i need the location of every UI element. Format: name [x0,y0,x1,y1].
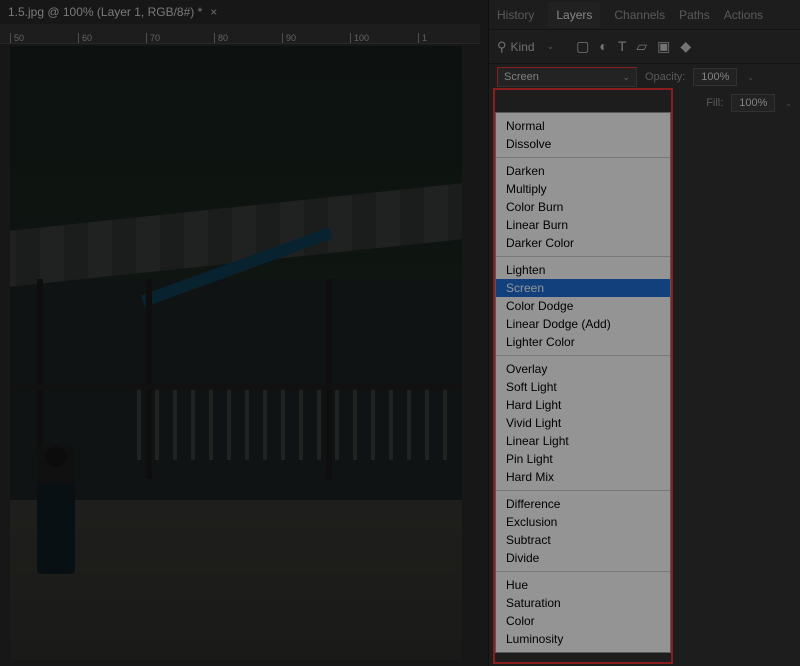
opacity-value[interactable]: 100% [693,68,737,86]
blend-option-color[interactable]: Color [496,612,670,630]
blend-option-exclusion[interactable]: Exclusion [496,513,670,531]
shape-layer-filter-icon[interactable]: ▱ [636,38,647,55]
blend-option-saturation[interactable]: Saturation [496,594,670,612]
blend-option-overlay[interactable]: Overlay [496,360,670,378]
blend-option-luminosity[interactable]: Luminosity [496,630,670,648]
blend-option-lighten[interactable]: Lighten [496,261,670,279]
smart-object-filter-icon[interactable]: ▣ [657,38,670,55]
fill-label: Fill: [706,97,723,109]
blend-option-color-dodge[interactable]: Color Dodge [496,297,670,315]
blend-option-subtract[interactable]: Subtract [496,531,670,549]
type-layer-filter-icon[interactable]: T [618,38,627,55]
blend-option-vivid-light[interactable]: Vivid Light [496,414,670,432]
blend-option-dissolve[interactable]: Dissolve [496,135,670,153]
blend-mode-value: Screen [504,71,539,83]
blend-option-soft-light[interactable]: Soft Light [496,378,670,396]
document-tab[interactable]: 1.5.jpg @ 100% (Layer 1, RGB/8#) * × [0,0,488,24]
fill-value[interactable]: 100% [731,94,775,112]
blend-mode-dropdown[interactable]: Screen ⌄ [497,67,637,87]
blend-option-darker-color[interactable]: Darker Color [496,234,670,252]
blend-option-lighter-color[interactable]: Lighter Color [496,333,670,351]
chevron-down-icon: ⌄ [547,41,555,52]
blend-option-divide[interactable]: Divide [496,549,670,567]
document-title: 1.5.jpg @ 100% (Layer 1, RGB/8#) * [8,5,202,19]
blend-option-linear-light[interactable]: Linear Light [496,432,670,450]
kind-label: Kind [511,40,535,54]
blend-option-hue[interactable]: Hue [496,576,670,594]
image-overlay [10,46,462,660]
blend-option-multiply[interactable]: Multiply [496,180,670,198]
tab-actions[interactable]: Actions [724,8,763,22]
layer-filter-row: ⚲ Kind ⌄ ▢ ◐ T ▱ ▣ ◆ [489,30,800,64]
blend-option-pin-light[interactable]: Pin Light [496,450,670,468]
blend-option-hard-light[interactable]: Hard Light [496,396,670,414]
chevron-down-icon[interactable]: ⌄ [747,73,754,82]
blend-mode-popup[interactable]: NormalDissolveDarkenMultiplyColor BurnLi… [495,112,671,653]
tab-history[interactable]: History [497,8,534,22]
panel-tabbar: History Layers Channels Paths Actions [489,0,800,30]
blend-option-hard-mix[interactable]: Hard Mix [496,468,670,486]
close-icon[interactable]: × [210,5,217,19]
tab-channels[interactable]: Channels [614,8,665,22]
search-icon: ⚲ [497,39,507,55]
adjustment-filter-icon[interactable]: ◐ [599,38,607,55]
blend-option-linear-burn[interactable]: Linear Burn [496,216,670,234]
tab-layers[interactable]: Layers [548,2,600,28]
blend-option-color-burn[interactable]: Color Burn [496,198,670,216]
chevron-down-icon[interactable]: ⌄ [785,99,792,108]
opacity-label: Opacity: [645,71,685,83]
kind-filter-dropdown[interactable]: ⚲ Kind ⌄ [497,39,554,55]
artboard-filter-icon[interactable]: ◆ [680,38,691,55]
blend-option-linear-dodge-add-[interactable]: Linear Dodge (Add) [496,315,670,333]
blend-option-darken[interactable]: Darken [496,162,670,180]
tab-paths[interactable]: Paths [679,8,710,22]
pixel-layer-filter-icon[interactable]: ▢ [576,38,589,55]
ruler-horizontal: 50 60 70 80 90 100 1 [0,24,480,44]
blend-option-screen[interactable]: Screen [496,279,670,297]
blend-option-normal[interactable]: Normal [496,117,670,135]
canvas[interactable] [10,46,462,660]
blend-option-difference[interactable]: Difference [496,495,670,513]
chevron-down-icon: ⌄ [622,72,630,83]
